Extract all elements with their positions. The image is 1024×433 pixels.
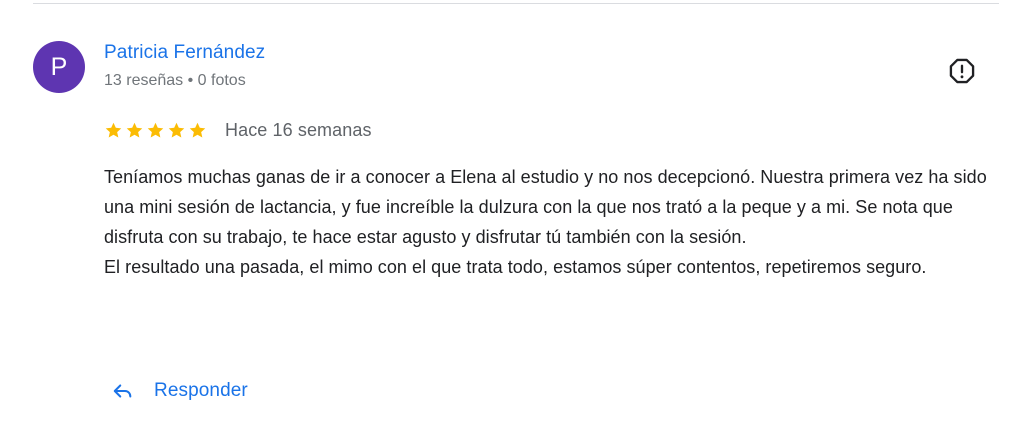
review-text: Teníamos muchas ganas de ir a conocer a … [104,162,1004,282]
avatar[interactable]: P [33,41,85,93]
report-review-button[interactable] [946,55,978,87]
star-icon [189,122,206,138]
rating-row: Hace 16 semanas [104,118,372,142]
star-icon [147,122,164,138]
review-paragraph-1: Teníamos muchas ganas de ir a conocer a … [104,167,987,247]
author-meta: 13 reseñas • 0 fotos [104,72,246,89]
top-divider [33,3,999,4]
star-icon [105,122,122,138]
reply-label: Responder [154,380,248,401]
review-card: P Patricia Fernández 13 reseñas • 0 foto… [0,0,1024,433]
star-icon [168,122,185,138]
star-rating [104,121,207,140]
review-paragraph-2: El resultado una pasada, el mimo con el … [104,257,927,277]
report-flag-icon [949,58,975,84]
star-icon [126,122,143,138]
author-name-link[interactable]: Patricia Fernández [104,42,265,64]
review-date: Hace 16 semanas [225,119,372,140]
reply-icon [113,384,132,398]
reply-button[interactable]: Responder [112,376,248,406]
